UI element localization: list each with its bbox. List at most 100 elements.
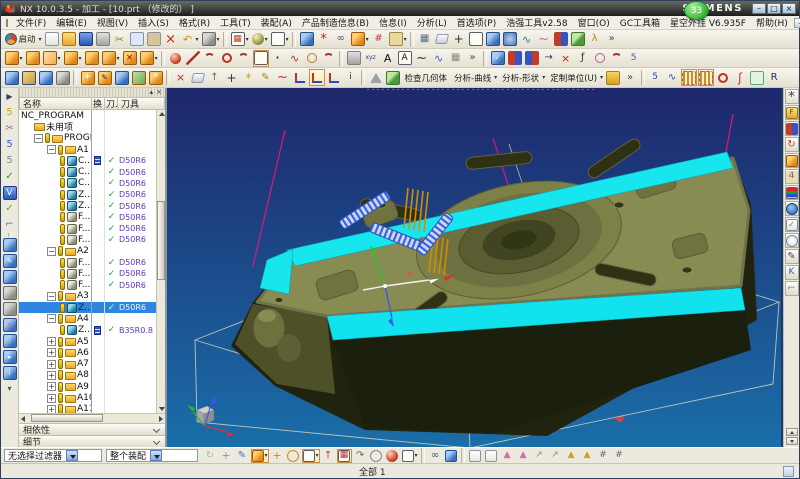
udf-button[interactable] [553,31,569,48]
more-commands-3-button[interactable]: » [622,69,638,86]
save-button[interactable] [78,31,94,48]
dropdown-arrow-icon[interactable]: ▾ [494,74,497,81]
tree-row[interactable]: C...✓D50R6 [19,155,156,166]
expand-icon[interactable]: + [47,348,56,357]
wcs-orient-button[interactable] [326,69,342,86]
collapse-icon[interactable]: − [47,145,56,154]
tree-row[interactable]: F...✓D50R6 [19,279,156,290]
select-pen-button[interactable]: ✎ [235,449,250,463]
web-browser-button[interactable] [785,201,799,216]
combo-dropdown-icon[interactable] [150,450,162,461]
scrollbar-thumb[interactable] [157,201,165,280]
pink-triangle-2-button[interactable]: ▲ [516,449,531,463]
polygon-button[interactable] [304,50,320,67]
tree-row[interactable]: −PROGRAM [19,133,156,144]
tree-row[interactable]: C...✓D50R6 [19,166,156,177]
dashed-box-button[interactable]: ▾ [401,449,419,463]
text-button[interactable]: A [380,50,396,67]
exploded-view-button[interactable]: # [371,31,387,48]
assembly-button[interactable] [299,31,315,48]
new-file-button[interactable] [44,31,60,48]
selection-filter-combo[interactable]: 无选择过滤器 [4,449,102,462]
arrow-ne-2-button[interactable]: ↗ [548,449,563,463]
panel-close-icon[interactable]: × [156,89,162,96]
glasses-button[interactable]: ∞ [428,449,443,463]
hook-curve-button[interactable]: ↷ [353,449,368,463]
delete-button[interactable]: × [163,31,179,48]
tree-row[interactable]: −A2 [19,246,156,257]
dropdown-arrow-icon[interactable]: ▾ [542,74,545,81]
analysis-curve-button[interactable]: 分析-曲线▾ [451,69,498,86]
lock-toolpath-button[interactable]: ! [2,333,18,349]
open-file-button[interactable] [61,31,77,48]
person-up-button[interactable]: ↑ [321,449,336,463]
expression-button[interactable]: λ [587,31,603,48]
snail-ring-button[interactable] [369,449,384,463]
panel-collapse-icon[interactable]: ▴ [150,89,154,96]
menu-item-12[interactable]: 浩强工具v2.58 [501,16,572,29]
sweep-button[interactable]: ~ [536,31,552,48]
studio-spline-button[interactable]: ∿ [287,50,303,67]
orient-view-button[interactable]: × [173,69,189,86]
minimize-button[interactable]: – [794,18,800,28]
datum-plane-button[interactable] [434,31,450,48]
blue-cube-button[interactable] [444,449,459,463]
more-commands-2-button[interactable]: » [465,50,481,67]
red-dot-button[interactable] [385,449,400,463]
csys-button[interactable] [292,69,308,86]
note-button[interactable]: A [397,50,413,67]
extrude-button[interactable] [485,31,501,48]
toolpath-curve-button[interactable]: ∿ [664,69,680,86]
book-pair-button[interactable] [524,50,540,67]
play-toolpath-button[interactable]: ▸ [2,349,18,365]
analysis-shape-button[interactable]: 分析-形状▾ [499,69,546,86]
tree-row[interactable]: +A5 [19,336,156,347]
transform-toolpath-button[interactable] [2,301,18,317]
dropdown-arrow-icon[interactable]: ▾ [286,36,289,43]
boundary-a-button[interactable] [681,69,697,86]
donut-button[interactable] [592,50,608,67]
mirror-feature-button[interactable] [55,69,71,86]
hand-tool-button[interactable]: ▾ [2,381,18,397]
cylinder-button[interactable] [502,31,518,48]
tree-row[interactable]: +A8 [19,370,156,381]
vericut-button[interactable]: V [2,185,18,201]
tree-row[interactable]: +A10 [19,392,156,403]
status-grid-icon[interactable] [783,466,794,477]
list-toolpath-button[interactable] [2,237,18,253]
menu-item-3[interactable]: 视图(V) [92,16,133,29]
column-header-path[interactable]: 刀. [105,97,118,110]
dropdown-arrow-icon[interactable]: ▾ [316,452,319,459]
hash-2-button[interactable]: # [612,449,627,463]
simulate-button[interactable]: ✓ [2,201,18,217]
cut-button[interactable]: ✂ [112,31,128,48]
tree-row[interactable]: F...✓D50R6 [19,257,156,268]
expand-icon[interactable]: + [47,405,56,413]
grid-check-button[interactable] [749,69,765,86]
target-circle-button[interactable] [715,69,731,86]
open-book-button[interactable] [507,50,523,67]
spline-j-button[interactable]: ʃ [732,69,748,86]
tree-row[interactable]: NC_PROGRAM [19,110,156,121]
collapse-icon[interactable]: − [47,292,56,301]
dropdown-arrow-icon[interactable]: ▾ [117,55,120,62]
details-section[interactable]: 细节 [19,435,165,447]
vector-up-button[interactable]: ↑ [207,69,223,86]
general-selection-button[interactable]: ▾ [302,449,320,463]
tree-row[interactable]: Z...✓D50R6 [19,200,156,211]
menu-item-6[interactable]: 工具(T) [215,16,256,29]
move-component-button[interactable]: ▾ [350,31,370,48]
edit-toolpath-button[interactable]: ✎ [2,253,18,269]
menu-item-13[interactable]: 窗口(O) [573,16,615,29]
orange-tool-button[interactable] [785,153,799,168]
tilde-curve-button[interactable]: ~ [414,50,430,67]
blue-component-button[interactable] [114,69,130,86]
history-clock-button[interactable] [785,233,799,248]
tree-row[interactable]: F...✓D50R6 [19,223,156,234]
menu-item-14[interactable]: GC工具箱 [615,16,665,29]
hash-1-button[interactable]: # [596,449,611,463]
redo-button[interactable]: ▾ [201,31,221,48]
dropdown-arrow-icon[interactable]: ▾ [265,452,268,459]
gold-triangle-1-button[interactable]: ▲ [564,449,579,463]
dropdown-arrow-icon[interactable]: ▾ [246,36,249,43]
